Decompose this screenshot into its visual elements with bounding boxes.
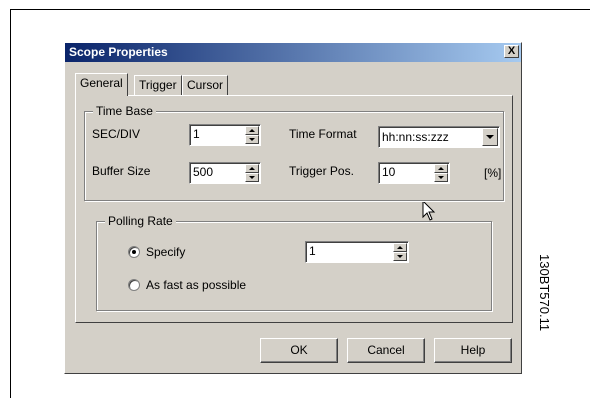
figure-code: 130BT570.11 [537, 254, 552, 332]
trigger-pos-spin[interactable] [434, 164, 448, 182]
polling-rate-stepper[interactable] [305, 241, 409, 263]
polling-rate-group: Polling Rate [96, 214, 492, 311]
time-base-group: Time Base [84, 104, 504, 201]
spin-down-icon[interactable] [434, 173, 448, 182]
buffer-size-spin[interactable] [245, 164, 259, 182]
tab-cursor-label: Cursor [187, 78, 224, 92]
spin-up-icon[interactable] [434, 164, 448, 173]
fast-as-possible-label[interactable]: As fast as possible [146, 278, 246, 292]
general-tab-panel: Time Base SEC/DIV Time Format hh:nn:ss:z… [75, 95, 513, 323]
trigger-pos-input[interactable] [382, 165, 432, 179]
buffer-size-input[interactable] [193, 165, 243, 179]
trigger-pos-unit: [%] [484, 166, 502, 180]
spin-down-icon[interactable] [245, 135, 259, 144]
polling-rate-label: Polling Rate [105, 214, 176, 228]
polling-rate-spin[interactable] [393, 243, 407, 261]
close-button[interactable]: X [504, 45, 519, 58]
ok-button[interactable]: OK [260, 338, 338, 363]
spin-down-icon[interactable] [245, 173, 259, 182]
sec-div-stepper[interactable] [189, 124, 261, 146]
trigger-pos-label: Trigger Pos. [289, 164, 354, 178]
buffer-size-stepper[interactable] [189, 162, 261, 184]
tab-trigger[interactable]: Trigger [134, 75, 182, 95]
help-button-label: Help [460, 343, 486, 357]
time-format-label: Time Format [289, 127, 357, 141]
tab-general[interactable]: General [75, 73, 128, 97]
close-icon: X [507, 45, 516, 57]
chevron-down-icon[interactable] [482, 128, 498, 146]
tab-cursor[interactable]: Cursor [182, 75, 229, 95]
spin-up-icon[interactable] [245, 126, 259, 135]
sec-div-label: SEC/DIV [92, 127, 141, 141]
spin-up-icon[interactable] [245, 164, 259, 173]
spin-up-icon[interactable] [393, 243, 407, 252]
time-format-value: hh:nn:ss:zzz [382, 130, 449, 144]
fast-as-possible-radio[interactable] [128, 279, 140, 291]
sec-div-spin[interactable] [245, 126, 259, 144]
ok-button-label: OK [290, 343, 308, 357]
title-bar[interactable]: Scope Properties X [65, 43, 521, 62]
specify-radio[interactable] [128, 246, 140, 258]
time-base-label: Time Base [93, 104, 156, 118]
dialog-title: Scope Properties [69, 45, 168, 59]
cancel-button[interactable]: Cancel [347, 338, 425, 363]
page-frame-top [10, 9, 590, 10]
time-format-select[interactable]: hh:nn:ss:zzz [378, 126, 500, 148]
spin-down-icon[interactable] [393, 252, 407, 261]
page-frame-left [10, 9, 11, 398]
trigger-pos-stepper[interactable] [378, 162, 450, 184]
scope-properties-dialog: Scope Properties X General Trigger Curso… [64, 42, 522, 374]
specify-label[interactable]: Specify [146, 245, 185, 259]
help-button[interactable]: Help [434, 338, 512, 363]
tab-general-label: General [80, 76, 123, 90]
buffer-size-label: Buffer Size [92, 164, 151, 178]
polling-rate-input[interactable] [309, 244, 359, 258]
cancel-button-label: Cancel [367, 343, 405, 357]
tab-trigger-label: Trigger [139, 78, 177, 92]
sec-div-input[interactable] [193, 127, 243, 141]
